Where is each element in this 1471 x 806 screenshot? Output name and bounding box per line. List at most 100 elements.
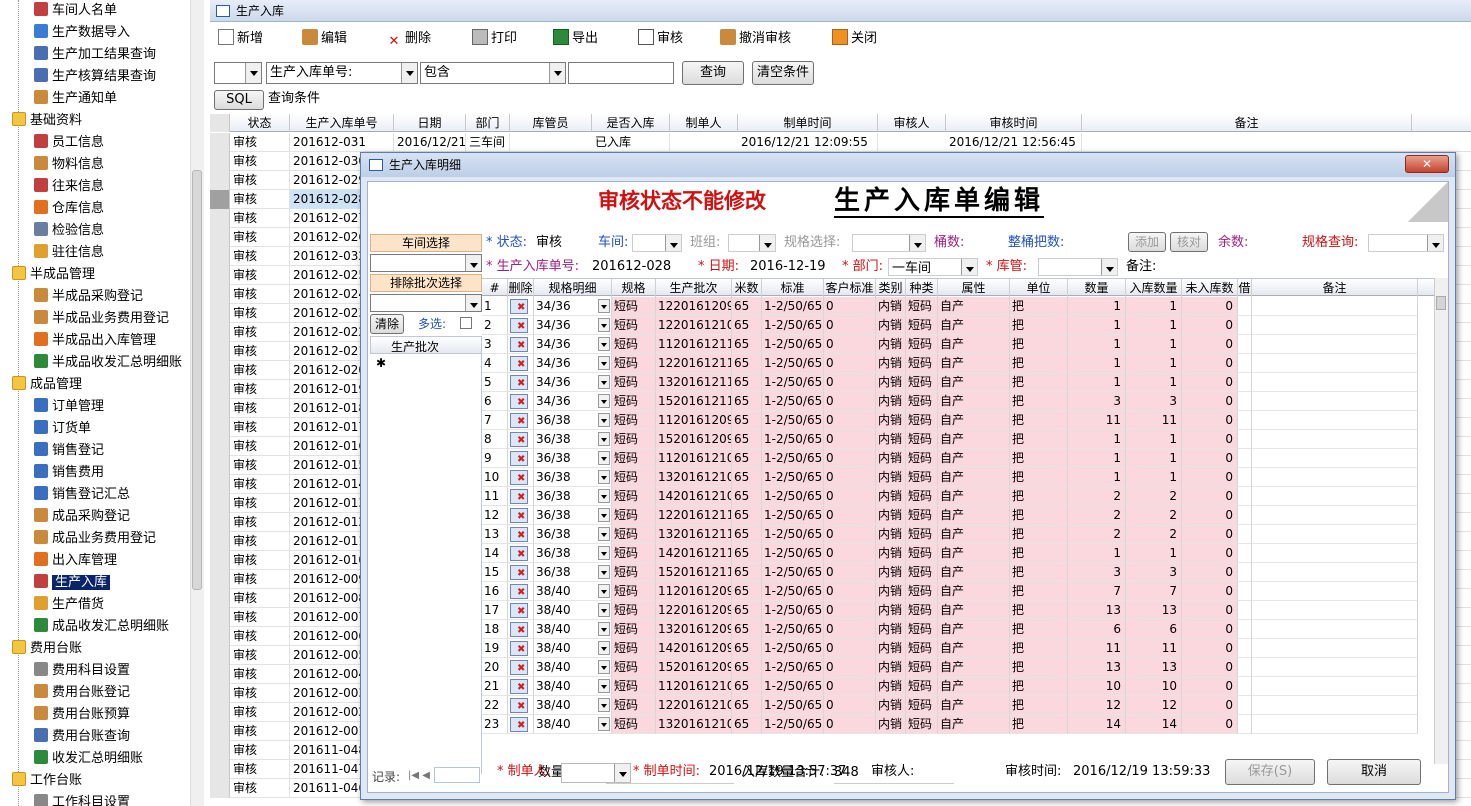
chevron-down-icon[interactable] (598, 660, 610, 674)
detail-cell[interactable] (508, 715, 534, 734)
row-selector[interactable] (210, 741, 230, 760)
row-selector[interactable] (210, 266, 230, 285)
detail-cell[interactable]: 36/38 (534, 487, 612, 506)
detail-cell[interactable] (508, 677, 534, 696)
export-button[interactable]: 导出 (553, 26, 598, 52)
row-selector[interactable] (210, 190, 230, 209)
clear-button[interactable]: 清除 (370, 314, 404, 334)
sidebar-item-6[interactable]: 员工信息 (34, 132, 104, 154)
audit-button[interactable]: 审核 (638, 26, 683, 52)
query-button[interactable]: 查询 (682, 61, 744, 85)
chevron-down-icon[interactable] (598, 413, 610, 427)
chevron-down-icon[interactable] (598, 508, 610, 522)
row-selector[interactable] (210, 646, 230, 665)
list-col-header[interactable]: 部门 (466, 114, 510, 132)
detail-cell[interactable]: 36/38 (534, 411, 612, 430)
detail-col-header[interactable]: 备注 (1252, 279, 1418, 297)
row-selector[interactable] (210, 513, 230, 532)
detail-cell[interactable] (508, 639, 534, 658)
detail-cell[interactable]: 36/38 (534, 544, 612, 563)
detail-row[interactable]: 1236/38短码1220161211651-2/50/650内销短码自产把22… (482, 506, 1434, 525)
dialog-close-button[interactable]: ✕ (1405, 155, 1449, 173)
row-selector[interactable] (210, 589, 230, 608)
exclude-batch-select[interactable] (370, 294, 482, 312)
detail-row[interactable]: 1838/40短码1320161209651-2/50/650内销短码自产把66… (482, 620, 1434, 639)
detail-cell[interactable] (508, 601, 534, 620)
sidebar-item-35[interactable]: 工作台账 (12, 770, 82, 792)
detail-row[interactable]: 1638/40短码1120161209651-2/50/650内销短码自产把77… (482, 582, 1434, 601)
detail-row[interactable]: 1136/38短码1420161210651-2/50/650内销短码自产把22… (482, 487, 1434, 506)
sidebar-item-25[interactable]: 出入库管理 (34, 550, 117, 572)
sidebar-item-12[interactable]: 半成品管理 (12, 264, 95, 286)
batch-list[interactable] (370, 354, 482, 774)
detail-row[interactable]: 534/36短码1320161211651-2/50/650内销短码自产把110 (482, 373, 1434, 392)
detail-row[interactable]: 2038/40短码1520161209651-2/50/650内销短码自产把13… (482, 658, 1434, 677)
detail-col-header[interactable]: 删除 (508, 279, 534, 297)
save-button[interactable]: 保存(S) (1225, 759, 1315, 785)
chevron-down-icon[interactable] (598, 641, 610, 655)
row-selector[interactable] (210, 494, 230, 513)
row-selector[interactable] (210, 437, 230, 456)
detail-col-header[interactable]: 规格 (612, 279, 656, 297)
detail-grid-scrollbar[interactable] (1434, 278, 1448, 764)
sidebar-item-21[interactable]: 销售费用 (34, 462, 104, 484)
list-col-header[interactable]: 制单人 (670, 114, 738, 132)
row-selector[interactable] (210, 456, 230, 475)
sidebar-item-16[interactable]: 半成品收发汇总明细账 (34, 352, 182, 374)
chevron-down-icon[interactable] (598, 432, 610, 446)
detail-cell[interactable] (508, 449, 534, 468)
delete-button[interactable]: ✕ 删除 (386, 26, 431, 52)
list-col-header[interactable]: 是否入库 (592, 114, 670, 132)
detail-cell[interactable] (508, 297, 534, 316)
sidebar-item-4[interactable]: 生产通知单 (34, 88, 117, 110)
table-row[interactable]: 审核 201612-031 2016/12/21 三车间 已入库 2016/12/21 1… (210, 133, 1471, 152)
row-selector[interactable] (210, 760, 230, 779)
query-field-select[interactable]: 生产入库单号: (266, 62, 418, 84)
sidebar-item-22[interactable]: 销售登记汇总 (34, 484, 130, 506)
delete-row-icon[interactable] (510, 450, 528, 467)
row-selector[interactable] (210, 323, 230, 342)
list-col-header[interactable]: 审核时间 (946, 114, 1082, 132)
sidebar-item-33[interactable]: 费用台账查询 (34, 726, 130, 748)
sidebar-item-10[interactable]: 检验信息 (34, 220, 104, 242)
chevron-down-icon[interactable] (598, 375, 610, 389)
sidebar-item-31[interactable]: 费用台账登记 (34, 682, 130, 704)
delete-row-icon[interactable] (510, 393, 528, 410)
row-selector[interactable] (210, 342, 230, 361)
detail-col-header[interactable]: 入库数量 (1126, 279, 1182, 297)
sidebar-item-20[interactable]: 销售登记 (34, 440, 104, 462)
detail-row[interactable]: 1536/38短码1520161211651-2/50/650内销短码自产把33… (482, 563, 1434, 582)
row-selector[interactable] (210, 228, 230, 247)
detail-row[interactable]: 736/38短码1120161209651-2/50/650内销短码自产把111… (482, 411, 1434, 430)
detail-col-header[interactable]: 客户标准 (824, 279, 876, 297)
maker-combo[interactable] (561, 763, 631, 783)
chevron-down-icon[interactable] (598, 603, 610, 617)
delete-row-icon[interactable] (510, 697, 528, 714)
detail-cell[interactable]: 38/40 (534, 639, 612, 658)
detail-col-header[interactable]: 标准 (762, 279, 824, 297)
detail-cell[interactable]: 38/40 (534, 677, 612, 696)
row-selector[interactable] (210, 361, 230, 380)
sidebar-item-0[interactable]: 车间人名单 (34, 0, 117, 22)
chevron-down-icon[interactable] (598, 679, 610, 693)
list-col-header[interactable]: 状态 (230, 114, 290, 132)
sidebar-item-29[interactable]: 费用台账 (12, 638, 82, 660)
edit-button[interactable]: 编辑 (302, 26, 347, 52)
detail-row[interactable]: 1938/40短码1420161209651-2/50/650内销短码自产把11… (482, 639, 1434, 658)
detail-cell[interactable]: 38/40 (534, 658, 612, 677)
detail-cell[interactable] (508, 696, 534, 715)
add-button[interactable]: 添加 (1128, 232, 1166, 252)
delete-row-icon[interactable] (510, 678, 528, 695)
delete-row-icon[interactable] (510, 659, 528, 676)
detail-cell[interactable]: 34/36 (534, 335, 612, 354)
row-selector[interactable] (210, 475, 230, 494)
detail-row[interactable]: 1336/38短码1320161211651-2/50/650内销短码自产把22… (482, 525, 1434, 544)
sidebar-item-24[interactable]: 成品业务费用登记 (34, 528, 156, 550)
delete-row-icon[interactable] (510, 716, 528, 733)
detail-cell[interactable] (508, 430, 534, 449)
spec-select-combo[interactable] (852, 234, 926, 252)
delete-row-icon[interactable] (510, 545, 528, 562)
detail-row[interactable]: 2338/40短码1320161210651-2/50/650内销短码自产把14… (482, 715, 1434, 734)
chevron-down-icon[interactable] (598, 356, 610, 370)
row-selector[interactable] (210, 285, 230, 304)
